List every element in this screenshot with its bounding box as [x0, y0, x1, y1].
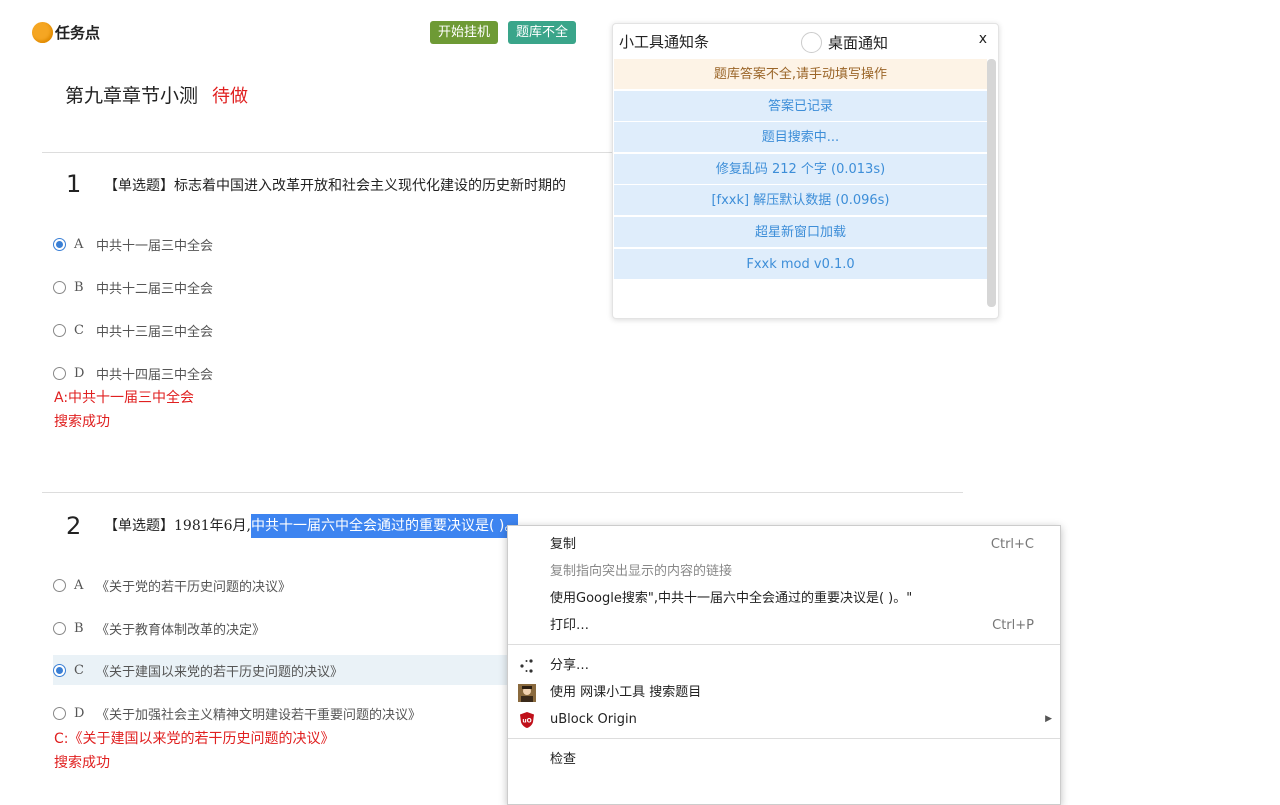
logo-text: 任务点: [55, 24, 101, 42]
message-list: 题库答案不全,请手动填写操作 答案已记录 题目搜索中... 修复乱码 212 个…: [614, 59, 987, 280]
menu-item-label: 复制: [550, 537, 577, 552]
option-a[interactable]: A 中共十一届三中全会: [53, 229, 513, 259]
message-item: Fxxk mod v0.1.0: [614, 248, 987, 280]
search-result: 搜索成功: [54, 414, 110, 430]
question-type: 【单选题】: [104, 178, 174, 194]
answer-text: C:《关于建国以来党的若干历史问题的决议》: [54, 731, 335, 747]
option-b[interactable]: B 《关于教育体制改革的决定》: [53, 613, 513, 643]
search-result: 搜索成功: [54, 755, 110, 771]
option-a[interactable]: A 《关于党的若干历史问题的决议》: [53, 570, 513, 600]
question-text: 【单选题】1981年6月,中共十一届六中全会通过的重要决议是( )。: [104, 514, 519, 538]
scrollbar[interactable]: [987, 59, 996, 307]
option-label: 《关于党的若干历史问题的决议》: [96, 579, 292, 595]
radio-icon[interactable]: [53, 706, 66, 720]
panel-title: 小工具通知条: [619, 33, 710, 51]
option-label: 中共十二届三中全会: [96, 281, 214, 297]
message-item: 答案已记录: [614, 90, 987, 122]
radio-icon[interactable]: [53, 323, 66, 337]
option-label: 《关于教育体制改革的决定》: [96, 622, 266, 638]
menu-item-ublock[interactable]: uO uBlock Origin ▶: [508, 706, 1060, 733]
menu-item-inspect[interactable]: 检查: [508, 746, 1060, 773]
menu-item-copy-link: 复制指向突出显示的内容的链接: [550, 564, 733, 579]
divider: [42, 152, 612, 153]
start-hang-button[interactable]: 开始挂机: [430, 21, 499, 44]
option-d[interactable]: D 《关于加强社会主义精神文明建设若干重要问题的决议》: [53, 698, 513, 728]
message-item: 题库答案不全,请手动填写操作: [614, 59, 987, 90]
option-letter: A: [74, 577, 84, 593]
message-item: 修复乱码 212 个字 (0.013s): [614, 153, 987, 185]
question-number: 1: [66, 170, 82, 198]
page-title: 第九章章节小测 待做: [65, 81, 248, 108]
option-c[interactable]: C 中共十三届三中全会: [53, 315, 513, 345]
option-label: 《关于建国以来党的若干历史问题的决议》: [96, 664, 344, 680]
status-badge: 待做: [212, 86, 249, 107]
submenu-arrow-icon: ▶: [1045, 714, 1052, 724]
question-number: 2: [66, 512, 82, 540]
option-letter: C: [74, 662, 84, 678]
menu-item-copy[interactable]: 复制 Ctrl+C: [508, 531, 1060, 558]
menu-item-google-search[interactable]: 使用Google搜索",中共十一届六中全会通过的重要决议是( )。": [508, 585, 1060, 612]
answer-text: A:中共十一届三中全会: [54, 390, 195, 406]
shortcut-label: Ctrl+P: [992, 618, 1034, 633]
menu-item-label: uBlock Origin: [550, 712, 637, 727]
radio-icon[interactable]: [53, 280, 66, 294]
share-icon: [520, 659, 533, 673]
menu-separator: [508, 644, 1060, 645]
radio-icon[interactable]: [53, 621, 66, 635]
option-letter: C: [74, 322, 84, 338]
page-title-text: 第九章章节小测: [65, 85, 199, 107]
radio-checked-icon[interactable]: [53, 237, 66, 251]
context-menu: 复制 Ctrl+C 复制指向突出显示的内容的链接 使用Google搜索",中共十…: [507, 525, 1061, 805]
question-type: 【单选题】: [104, 518, 174, 534]
selected-text[interactable]: 中共十一届六中全会通过的重要决议是( )。: [251, 514, 519, 538]
ublock-icon: uO: [520, 712, 534, 728]
desktop-notify-toggle[interactable]: 桌面通知: [801, 32, 888, 53]
message-item: 题目搜索中...: [614, 122, 987, 154]
option-letter: D: [74, 365, 85, 381]
question-stem: 标志着中国进入改革开放和社会主义现代化建设的历史新时期的: [174, 178, 566, 194]
question-text: 【单选题】标志着中国进入改革开放和社会主义现代化建设的历史新时期的: [104, 175, 612, 195]
option-letter: A: [74, 236, 84, 252]
radio-icon[interactable]: [53, 578, 66, 592]
menu-separator: [508, 738, 1060, 739]
question-bank-incomplete-button[interactable]: 题库不全: [508, 21, 577, 44]
option-letter: D: [74, 705, 85, 721]
option-d[interactable]: D 中共十四届三中全会: [53, 358, 513, 388]
close-icon[interactable]: x: [979, 31, 987, 47]
divider: [42, 492, 963, 493]
menu-item-share[interactable]: 分享…: [508, 652, 1060, 679]
logo: 任务点: [32, 22, 100, 43]
radio-icon[interactable]: [53, 366, 66, 380]
notify-panel: 小工具通知条 桌面通知 x 题库答案不全,请手动填写操作 答案已记录 题目搜索中…: [612, 23, 999, 319]
answer-block: C:《关于建国以来党的若干历史问题的决议》 搜索成功: [54, 727, 335, 775]
svg-text:uO: uO: [522, 718, 531, 725]
menu-item-label: 分享…: [550, 658, 590, 673]
menu-item-tool-search[interactable]: 使用 网课小工具 搜索题目: [508, 679, 1060, 706]
question-stem-prefix: 1981年6月,: [174, 518, 251, 534]
menu-item-label: 打印…: [550, 618, 590, 633]
radio-checked-icon[interactable]: [53, 663, 66, 677]
option-label: 中共十四届三中全会: [96, 367, 214, 383]
option-label: 中共十三届三中全会: [96, 324, 214, 340]
toggle-label: 桌面通知: [828, 34, 889, 52]
option-b[interactable]: B 中共十二届三中全会: [53, 272, 513, 302]
tool-avatar-icon: [518, 684, 536, 702]
option-letter: B: [74, 620, 84, 636]
option-label: 《关于加强社会主义精神文明建设若干重要问题的决议》: [96, 707, 422, 723]
message-item: [fxxk] 解压默认数据 (0.096s): [614, 185, 987, 217]
option-letter: B: [74, 279, 84, 295]
menu-item-print[interactable]: 打印… Ctrl+P: [508, 612, 1060, 639]
toggle-icon[interactable]: [801, 32, 822, 53]
task-point-icon: [32, 22, 53, 43]
message-item: 超星新窗口加载: [614, 216, 987, 248]
answer-block: A:中共十一届三中全会 搜索成功: [54, 386, 194, 434]
menu-item-label: 使用 网课小工具 搜索题目: [550, 685, 702, 700]
shortcut-label: Ctrl+C: [990, 537, 1034, 552]
option-label: 中共十一届三中全会: [96, 238, 214, 254]
option-c[interactable]: C 《关于建国以来党的若干历史问题的决议》: [53, 655, 513, 685]
